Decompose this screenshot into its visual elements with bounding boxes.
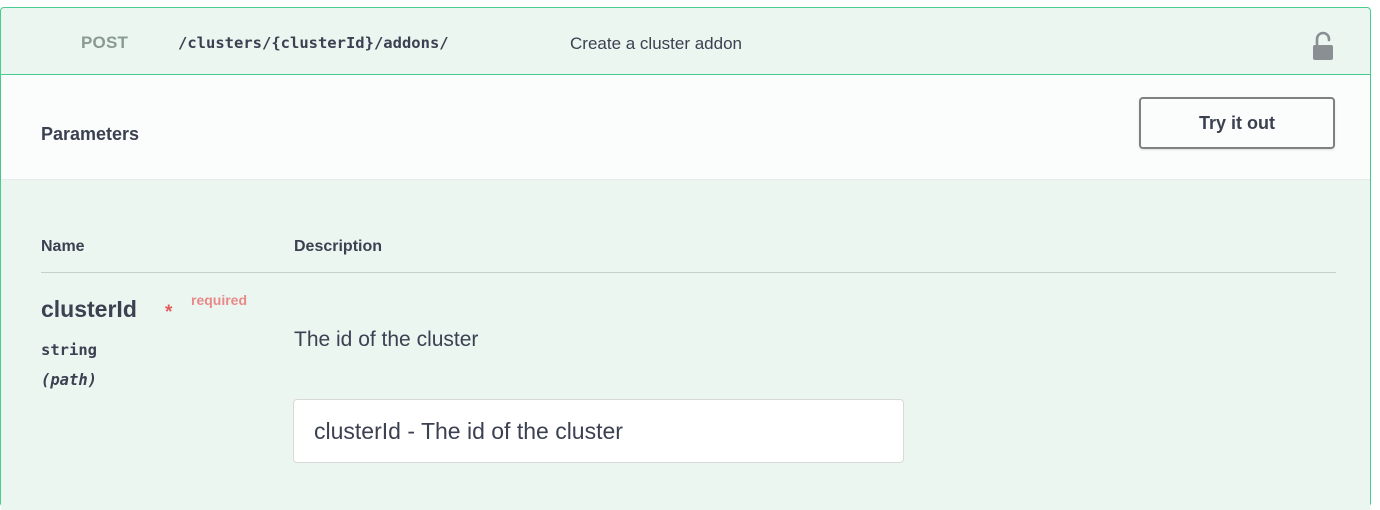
unlocked-padlock-icon[interactable] [1311,31,1335,61]
parameter-location: (path) [41,371,97,389]
operation-summary-text: Create a cluster addon [570,34,742,53]
parameters-table: Name Description clusterId * required st… [1,180,1370,510]
table-header-divider [41,272,1336,273]
operation-summary[interactable]: POST /clusters/{clusterId}/addons/ Creat… [1,8,1370,75]
column-header-name: Name [41,238,85,255]
required-label: required [191,292,248,308]
cluster-id-input[interactable] [293,399,904,463]
try-it-out-button[interactable]: Try it out [1139,97,1335,149]
parameter-description: The id of the cluster [294,328,479,351]
parameter-type: string [41,341,97,359]
parameters-title: Parameters [41,124,140,144]
http-method-badge: POST [81,33,129,52]
column-header-description: Description [294,238,383,255]
endpoint-path: /clusters/{clusterId}/addons/ [178,34,449,52]
parameter-name: clusterId [41,296,137,322]
required-asterisk: * [165,302,173,323]
operation-block: POST /clusters/{clusterId}/addons/ Creat… [0,7,1371,510]
